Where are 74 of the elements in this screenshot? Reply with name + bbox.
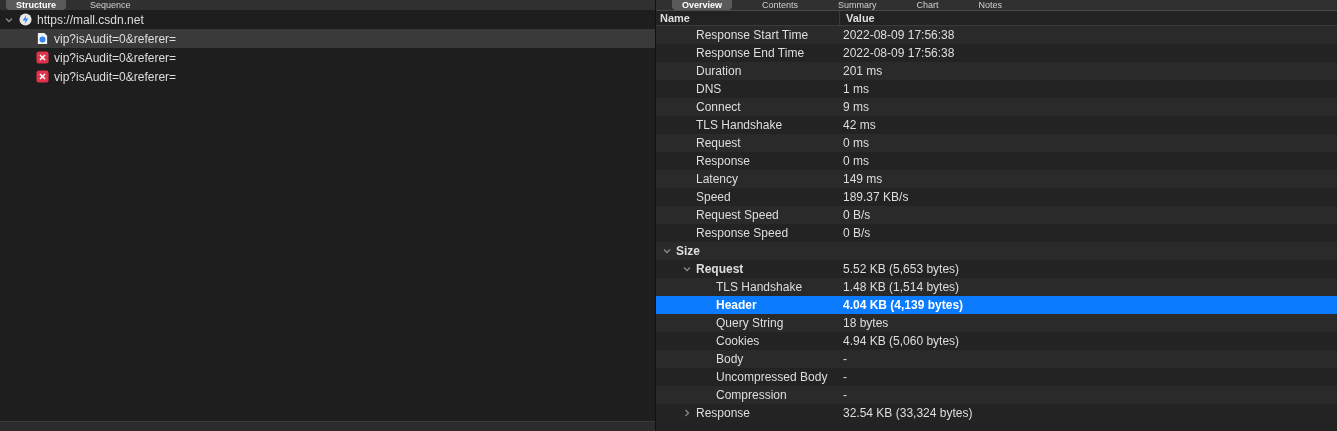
tab[interactable]: Contents <box>752 0 809 10</box>
name-cell: Response End Time <box>696 46 805 60</box>
name-cell: Compression <box>716 388 787 402</box>
value-cell: 2022-08-09 17:56:38 <box>843 28 955 42</box>
name-cell: Request <box>696 262 744 276</box>
tree-item[interactable]: vip?isAudit=0&referer= <box>0 48 655 67</box>
name-cell: Response Start Time <box>696 28 809 42</box>
error-icon <box>36 70 49 83</box>
table-row[interactable]: Compression - <box>656 386 1337 404</box>
value-cell: 201 ms <box>843 64 883 78</box>
name-cell: DNS <box>696 82 722 96</box>
table-row[interactable]: Latency 149 ms <box>656 170 1337 188</box>
name-cell: Request Speed <box>696 208 779 222</box>
table-row[interactable]: Query String 18 bytes <box>656 314 1337 332</box>
lightning-icon <box>19 13 32 26</box>
scrollbar[interactable] <box>0 421 655 431</box>
value-cell: 5.52 KB (5,653 bytes) <box>843 262 960 276</box>
name-cell: Request <box>696 136 741 150</box>
table-row[interactable]: Header 4.04 KB (4,139 bytes) <box>656 296 1337 314</box>
column-header[interactable]: Name <box>656 11 840 25</box>
name-cell: Connect <box>696 100 741 114</box>
name-cell: Size <box>676 244 700 258</box>
table-row[interactable]: Size <box>656 242 1337 260</box>
name-cell: Response <box>696 154 751 168</box>
value-cell: 32.54 KB (33,324 bytes) <box>843 406 973 420</box>
tab[interactable]: Summary <box>828 0 887 10</box>
value-cell: 4.04 KB (4,139 bytes) <box>843 298 964 312</box>
value-cell: 0 ms <box>843 136 869 150</box>
value-cell: 149 ms <box>843 172 883 186</box>
table-row[interactable]: TLS Handshake 1.48 KB (1,514 bytes) <box>656 278 1337 296</box>
tab[interactable]: Sequence <box>80 0 141 10</box>
name-cell: Header <box>716 298 757 312</box>
tab[interactable]: Chart <box>906 0 949 10</box>
name-cell: Duration <box>696 64 742 78</box>
value-cell: 0 ms <box>843 154 869 168</box>
value-cell: 1 ms <box>843 82 869 96</box>
name-cell: TLS Handshake <box>696 118 783 132</box>
name-cell: Response <box>696 406 751 420</box>
table-row[interactable]: Request Speed 0 B/s <box>656 206 1337 224</box>
name-cell: Response Speed <box>696 226 789 240</box>
name-cell: Uncompressed Body <box>716 370 828 384</box>
table-row[interactable]: Duration 201 ms <box>656 62 1337 80</box>
value-cell: 4.94 KB (5,060 bytes) <box>843 334 960 348</box>
name-cell: Query String <box>716 316 784 330</box>
value-cell: 1.48 KB (1,514 bytes) <box>843 280 960 294</box>
tab[interactable]: Notes <box>968 0 1013 10</box>
tree-item[interactable]: vip?isAudit=0&referer= <box>0 67 655 86</box>
value-cell: 42 ms <box>843 118 876 132</box>
value-cell: 18 bytes <box>843 316 889 330</box>
name-cell: Body <box>716 352 744 366</box>
value-cell: - <box>843 388 847 402</box>
tab[interactable]: Overview <box>672 0 733 10</box>
table-row[interactable]: Request 0 ms <box>656 134 1337 152</box>
tree-item[interactable]: vip?isAudit=0&referer= <box>0 29 655 48</box>
value-cell: 0 B/s <box>843 226 871 240</box>
document-icon <box>36 32 49 45</box>
tab[interactable]: Structure <box>6 0 66 10</box>
table-row[interactable]: Connect 9 ms <box>656 98 1337 116</box>
value-cell: 189.37 KB/s <box>843 190 909 204</box>
name-cell: TLS Handshake <box>716 280 803 294</box>
table-row[interactable]: Response Start Time 2022-08-09 17:56:38 <box>656 26 1337 44</box>
chevron-icon[interactable] <box>682 408 692 418</box>
value-cell: 9 ms <box>843 100 869 114</box>
name-cell: Cookies <box>716 334 760 348</box>
value-cell: 0 B/s <box>843 208 871 222</box>
name-cell: Latency <box>696 172 739 186</box>
name-cell: Speed <box>696 190 731 204</box>
value-cell: - <box>843 370 847 384</box>
value-cell: - <box>843 352 847 366</box>
value-cell: 2022-08-09 17:56:38 <box>843 46 955 60</box>
table-row[interactable]: Body - <box>656 350 1337 368</box>
error-icon <box>36 51 49 64</box>
column-header[interactable]: Value <box>840 11 875 25</box>
tree-item[interactable]: https://mall.csdn.net <box>0 10 655 29</box>
